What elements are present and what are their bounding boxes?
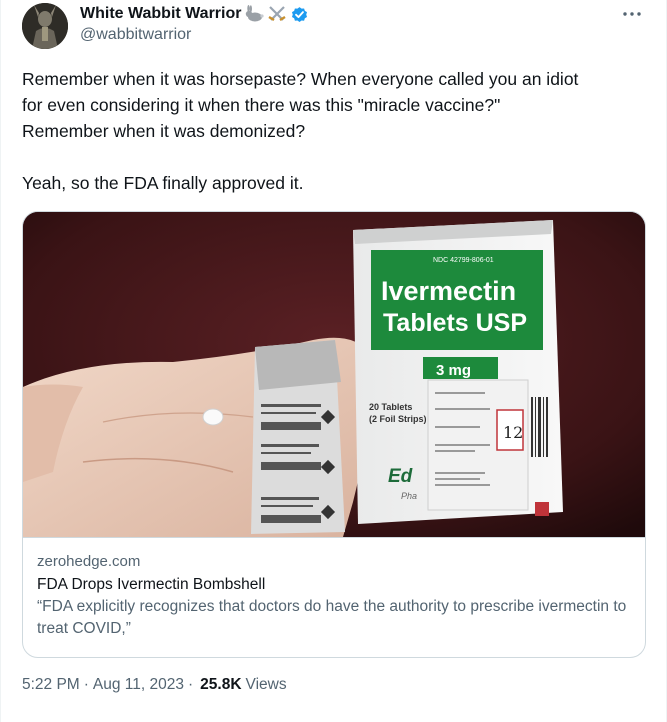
tweet-text: Remember when it was horsepaste? When ev… [22, 66, 642, 196]
box-count-line1: 20 Tablets [369, 402, 412, 412]
avatar-image [22, 3, 68, 49]
link-preview-card[interactable]: NDC 42799-806-01 Ivermectin Tablets USP … [22, 211, 646, 658]
views-label[interactable]: Views [246, 676, 287, 694]
tweet-article: White Wabbit Warrior @wabbitwarrior Reme… [0, 0, 667, 722]
tweet-time[interactable]: 5:22 PM [22, 676, 80, 694]
tweet-date[interactable]: Aug 11, 2023 [93, 676, 184, 694]
tweet-text-line: Remember when it was horsepaste? When ev… [22, 69, 579, 89]
box-brand-sub: Pha [401, 491, 417, 501]
tweet-text-line: for even considering it when there was t… [22, 95, 501, 115]
separator-dot: · [187, 676, 194, 693]
ivermectin-box-photo: NDC 42799-806-01 Ivermectin Tablets USP … [23, 212, 645, 537]
separator-dot: · [83, 676, 89, 693]
more-options-icon[interactable] [620, 2, 644, 26]
views-count[interactable]: 25.8K [200, 676, 241, 694]
card-title: FDA Drops Ivermectin Bombshell [37, 576, 266, 593]
crossed-swords-emoji-icon [267, 5, 287, 23]
box-dose: 3 mg [436, 362, 471, 379]
rabbit-emoji-icon [244, 5, 265, 23]
tweet-footer: 5:22 PM · Aug 11, 2023 · 25.8K Views [22, 676, 287, 694]
card-description: “FDA explicitly recognizes that doctors … [37, 598, 627, 637]
tweet-text-line: Yeah, so the FDA finally approved it. [22, 173, 304, 193]
author-display-name[interactable]: White Wabbit Warrior [80, 5, 241, 23]
box-brand: Ed [388, 466, 413, 487]
tweet-text-line: Remember when it was demonized? [22, 121, 306, 141]
box-drug-name-line2: Tablets USP [383, 309, 527, 337]
card-image[interactable]: NDC 42799-806-01 Ivermectin Tablets USP … [23, 212, 645, 537]
author-handle[interactable]: @wabbitwarrior [80, 26, 191, 44]
card-meta[interactable]: zerohedge.com FDA Drops Ivermectin Bombs… [23, 537, 645, 640]
box-drug-name-line1: Ivermectin [381, 276, 516, 306]
verified-badge-icon[interactable] [290, 5, 309, 24]
box-ndc: NDC 42799-806-01 [433, 257, 494, 264]
card-domain: zerohedge.com [37, 553, 141, 570]
box-handwritten-number: 12 [503, 423, 523, 442]
avatar[interactable] [22, 3, 68, 49]
box-count-line2: (2 Foil Strips) [369, 414, 427, 424]
author-name-row[interactable]: White Wabbit Warrior [80, 3, 309, 25]
